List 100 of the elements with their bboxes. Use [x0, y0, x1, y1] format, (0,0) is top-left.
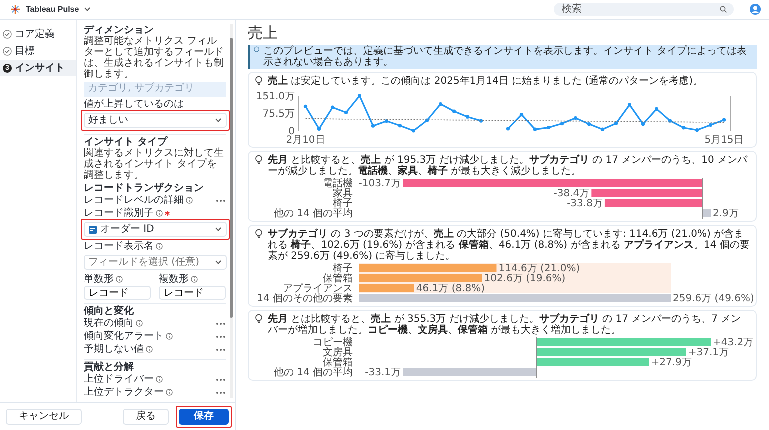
data-point [546, 126, 551, 130]
data-point [533, 128, 538, 132]
data-point [587, 122, 592, 126]
chevron-down-icon [214, 118, 222, 123]
value-label: 114.6万 (21.0%) [498, 264, 580, 274]
dropdown[interactable]: オーダー ID [84, 222, 226, 237]
value-label: 46.1万 (8.8%) [416, 284, 486, 294]
data-point [425, 118, 430, 122]
avatar-icon[interactable] [750, 4, 761, 15]
step-item[interactable]: コア定義 [0, 26, 76, 42]
more-icon[interactable] [216, 322, 226, 326]
data-point [371, 124, 376, 128]
dropdown[interactable]: フィールドを選択 (任意) [84, 255, 226, 270]
more-icon[interactable] [216, 334, 226, 338]
back-button[interactable]: 戻る [123, 408, 169, 424]
text-field[interactable]: レコード [84, 286, 151, 300]
info-icon [146, 346, 153, 353]
value-label: +37.1万 [688, 348, 730, 358]
value-label: -38.4万 [554, 188, 590, 200]
y-tick-label: 75.5万 [262, 109, 295, 120]
banner-text: このプレビューでは、定義に基づいて生成できるインサイトを表示します。インサイト タイプによっては表示されない場合もあります。 [264, 46, 748, 68]
category-label: 他の 14 個の平均 [274, 368, 353, 378]
section-description: 調整可能なメトリクス フィルターとして追加するフィールドは、生成されるインサイトも制御します。 [84, 36, 225, 80]
logo-icon [10, 4, 21, 15]
x-tick-label: 2月10日 [286, 135, 326, 145]
x-tick-label: 5月15日 [704, 135, 744, 145]
data-point [304, 104, 308, 108]
field-label: レコード識別子 [84, 208, 154, 219]
step-label: インサイト [15, 62, 65, 75]
category-label: アプライアンス [283, 284, 353, 294]
value-label: 259.6万 (49.6%) [673, 294, 754, 304]
step-item[interactable]: 目標 [0, 43, 76, 59]
option-label: レコードレベルの詳細 [84, 195, 184, 206]
y-tick-label: 151.0万 [256, 92, 295, 102]
cancel-button[interactable]: キャンセル [6, 408, 82, 424]
data-point [479, 119, 484, 123]
field-label: 単数形 [84, 274, 114, 285]
option-label: 予期しない値 [84, 344, 144, 355]
insight-text: 先月 とは比較すると、売上 が 355.3万 だけ減少しました。サブカテゴリ の 17 メンバーのうち、7 メンバーが増加しました。コピー機、文房具、保管箱 が最も大きく増加しました。 [268, 314, 742, 336]
data-point [708, 123, 713, 127]
section-title: 傾向と変化 [84, 306, 135, 317]
data-point [614, 122, 618, 126]
data-point [722, 118, 726, 122]
field-label: 値が上昇しているのは [84, 99, 185, 110]
scrollbar-thumb[interactable] [230, 38, 233, 318]
more-icon[interactable] [216, 390, 226, 394]
data-point [600, 128, 605, 132]
data-point [358, 94, 362, 98]
data-point [668, 119, 672, 123]
data-point [398, 124, 402, 128]
info-icon [254, 46, 260, 53]
category-label: 家具 [333, 188, 353, 200]
category-label: 14 個のその他の要素 [257, 294, 353, 304]
value-label: +27.9万 [651, 358, 692, 368]
value-label: 102.6万 (19.6%) [484, 274, 566, 284]
chevron-down-icon[interactable] [84, 7, 92, 12]
info-icon [166, 333, 173, 340]
app-name: Tableau Pulse [26, 5, 80, 14]
section-title: 貢献と分解 [84, 362, 135, 373]
category-label: 保管箱 [323, 274, 353, 284]
category-label: 文房具 [323, 348, 353, 358]
data-point [412, 129, 416, 133]
option-label: 上位ドライバー [84, 374, 154, 385]
y-axis [298, 96, 300, 132]
search-field[interactable]: 検索 [554, 3, 734, 16]
chevron-down-icon [214, 227, 222, 232]
dropdown[interactable]: 好ましい [84, 113, 226, 128]
more-icon[interactable] [216, 198, 226, 202]
field-label: 複数形 [159, 274, 189, 285]
end-marker-line [730, 96, 732, 132]
info-icon [186, 197, 193, 204]
value-label: -103.7万 [358, 178, 401, 190]
more-icon[interactable] [216, 348, 226, 352]
info-icon [166, 389, 173, 396]
category-label: 電話機 [323, 178, 353, 190]
filter-field[interactable]: カテゴリ, サブカテゴリ [84, 82, 226, 97]
data-point [520, 112, 524, 117]
chevron-down-icon [214, 260, 222, 265]
section-title: レコードトランザクション [84, 183, 205, 194]
category-label: 他の 14 個の平均 [274, 208, 353, 219]
info-icon [191, 276, 198, 283]
data-point [628, 103, 632, 107]
data-point [506, 127, 510, 131]
more-icon[interactable] [216, 378, 226, 382]
data-point [641, 122, 646, 126]
section-title: インサイト タイプ [84, 137, 169, 148]
insight-text: サブカテゴリ の 3 つの要素だけが、売上 の大部分 (50.4%) に寄与しています: 114.6万 (21.0%) が含まれる 椅子、102.6万 (19.6%) が含まれる 保管箱、46.1万 (8.8%) が含まれる アプライアンス。14 個の要素が 259.6万 (49.6%) に寄与しました。 [268, 229, 750, 262]
category-label: 椅子 [333, 264, 353, 274]
data-point [330, 106, 335, 110]
option-label: 傾向変化アラート [84, 331, 164, 342]
data-point [384, 119, 389, 124]
save-button[interactable]: 保存 [179, 408, 229, 424]
data-point [560, 122, 564, 126]
zero-line [536, 337, 537, 378]
category-label: 椅子 [333, 198, 353, 210]
value-label: -33.8万 [567, 198, 603, 210]
data-point [466, 115, 470, 119]
data-point [344, 110, 348, 114]
value-label: +43.2万 [713, 338, 754, 348]
text-field[interactable]: レコード [159, 286, 226, 300]
